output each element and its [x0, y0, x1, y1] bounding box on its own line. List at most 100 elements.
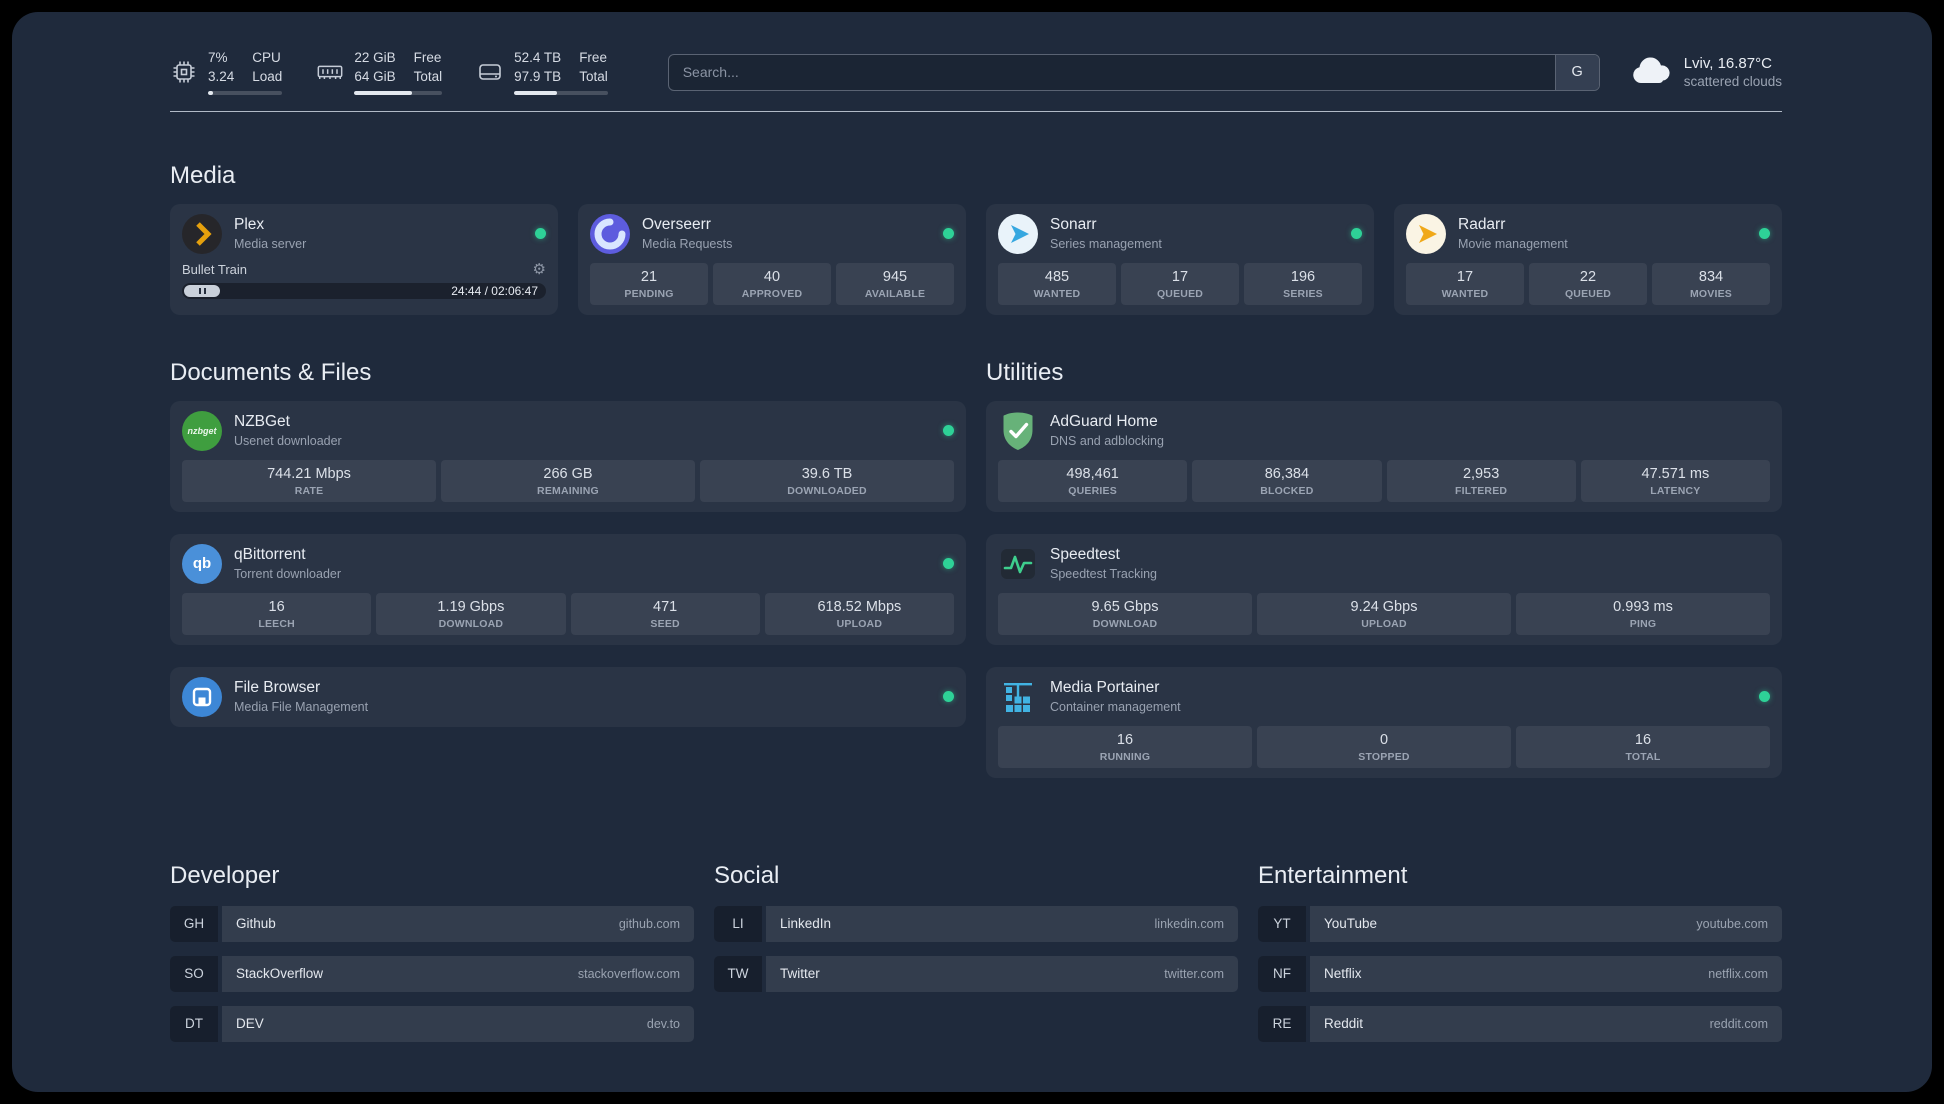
stat-value: 40 — [763, 268, 781, 285]
stat-value: 0 — [1379, 731, 1389, 748]
stat-tile: 17 WANTED — [1406, 262, 1524, 305]
stat-tile: 834 MOVIES — [1652, 262, 1770, 305]
bookmarks-developer: Developer GH Github github.com SO StackO… — [170, 862, 694, 1056]
service-card-qbittorrent[interactable]: qb qBittorrent Torrent downloader 16 LEE… — [170, 533, 966, 645]
adguard-icon — [998, 411, 1038, 451]
bookmark-dev[interactable]: DT DEV dev.to — [170, 1005, 694, 1042]
bookmarks-social: Social LI LinkedIn linkedin.com TW Twitt… — [714, 862, 1238, 1056]
nzbget-icon: nzbget — [182, 410, 222, 451]
stat-label: FILTERED — [1455, 484, 1508, 497]
service-card-overseerr[interactable]: Overseerr Media Requests 21 PENDING 40 A… — [578, 203, 966, 315]
service-card-speedtest[interactable]: Speedtest Speedtest Tracking 9.65 Gbps D… — [986, 533, 1782, 645]
memory-progress-bar — [354, 90, 443, 95]
stat-tile: 0 STOPPED — [1257, 725, 1511, 768]
bookmark-linkedin[interactable]: LI LinkedIn linkedin.com — [714, 905, 1238, 942]
portainer-icon — [998, 677, 1038, 717]
stat-label: SERIES — [1283, 287, 1323, 300]
gear-icon[interactable]: ⚙ — [533, 262, 546, 277]
status-dot — [535, 228, 546, 240]
service-name: qBittorrent — [234, 546, 306, 564]
disk-free: 52.4 TB — [514, 50, 562, 65]
service-card-portainer[interactable]: Media Portainer Container management 16 … — [986, 666, 1782, 778]
bookmark-github[interactable]: GH Github github.com — [170, 905, 694, 942]
qbittorrent-icon: qb — [182, 543, 222, 584]
status-dot — [1351, 228, 1362, 240]
bookmark-domain: github.com — [618, 916, 680, 931]
cpu-widget: 7% 3.24 CPU Load — [170, 50, 283, 95]
stat-label: STOPPED — [1358, 750, 1410, 763]
service-card-sonarr[interactable]: Sonarr Series management 485 WANTED 17 Q… — [986, 203, 1374, 315]
stat-value: 16 — [1634, 731, 1652, 748]
top-bar: 7% 3.24 CPU Load 22 GiB 64 GiB Free Tota… — [170, 50, 1782, 95]
stat-tile: 2,953 FILTERED — [1386, 459, 1576, 502]
bookmark-abbr: LI — [714, 905, 762, 942]
cpu-usage: 7% — [208, 50, 228, 65]
cpu-icon — [170, 58, 198, 86]
bookmark-youtube[interactable]: YT YouTube youtube.com — [1258, 905, 1782, 942]
bookmark-abbr: DT — [170, 1005, 218, 1042]
stat-value: 498,461 — [1066, 465, 1119, 482]
stat-label: DOWNLOADED — [787, 484, 867, 497]
stat-label: AVAILABLE — [864, 287, 926, 300]
stat-label: TOTAL — [1625, 750, 1661, 763]
stat-value: 945 — [882, 268, 908, 285]
stat-value: 17 — [1456, 268, 1474, 285]
service-description: Speedtest Tracking — [1050, 567, 1158, 582]
stat-label: RATE — [294, 484, 324, 497]
stat-tile: 47.571 ms LATENCY — [1580, 459, 1770, 502]
stat-label: DOWNLOAD — [438, 617, 504, 630]
pause-button[interactable] — [184, 284, 220, 297]
stat-value: 485 — [1044, 268, 1070, 285]
bookmark-domain: dev.to — [646, 1016, 680, 1031]
service-card-plex[interactable]: Plex Media server Bullet Train ⚙ 24:44 /… — [170, 203, 558, 315]
stat-value: 266 GB — [543, 465, 593, 482]
service-name: Media Portainer — [1050, 679, 1160, 697]
search-input[interactable] — [667, 53, 1600, 91]
bookmark-name: Twitter — [780, 966, 820, 982]
service-card-filebrowser[interactable]: File Browser Media File Management — [170, 666, 966, 727]
bookmark-netflix[interactable]: NF Netflix netflix.com — [1258, 955, 1782, 992]
stat-tile: 618.52 Mbps UPLOAD — [764, 592, 954, 635]
stat-label: APPROVED — [741, 287, 803, 300]
stat-value: 21 — [640, 268, 658, 285]
service-card-adguard[interactable]: AdGuard Home DNS and adblocking 498,461 … — [986, 400, 1782, 512]
stat-value: 16 — [1116, 731, 1134, 748]
stat-value: 1.19 Gbps — [437, 598, 505, 615]
stat-tile: 744.21 Mbps RATE — [182, 459, 436, 502]
stat-label: LEECH — [258, 617, 295, 630]
status-dot — [943, 425, 954, 437]
stat-label: LATENCY — [1650, 484, 1701, 497]
bookmark-name: YouTube — [1324, 916, 1378, 932]
search-provider-button[interactable]: G — [1554, 54, 1599, 90]
stat-label: RUNNING — [1099, 750, 1151, 763]
stat-value: 39.6 TB — [801, 465, 853, 482]
disk-total: 97.9 TB — [514, 68, 562, 84]
stat-tile: 9.65 Gbps DOWNLOAD — [998, 592, 1252, 635]
service-name: AdGuard Home — [1050, 413, 1158, 431]
section-title-social: Social — [714, 861, 780, 889]
stat-tile: 16 RUNNING — [998, 725, 1252, 768]
stat-label: WANTED — [1033, 287, 1081, 300]
bookmark-reddit[interactable]: RE Reddit reddit.com — [1258, 1005, 1782, 1042]
service-name: File Browser — [234, 679, 321, 697]
filebrowser-icon — [182, 676, 222, 717]
service-description: Series management — [1050, 237, 1162, 252]
memory-total-label: Total — [413, 68, 443, 84]
overseerr-icon — [590, 213, 630, 254]
bookmarks-entertainment: Entertainment YT YouTube youtube.com NF … — [1258, 862, 1782, 1056]
service-name: Sonarr — [1050, 216, 1097, 234]
stat-value: 196 — [1290, 268, 1316, 285]
bookmark-name: LinkedIn — [780, 916, 832, 932]
disk-progress-bar — [514, 90, 608, 95]
status-dot — [943, 558, 954, 570]
bookmark-twitter[interactable]: TW Twitter twitter.com — [714, 955, 1238, 992]
status-dot — [943, 691, 954, 703]
service-card-nzbget[interactable]: nzbget NZBGet Usenet downloader 744.21 M… — [170, 400, 966, 512]
now-playing-title: Bullet Train — [182, 261, 248, 277]
stat-tile: 21 PENDING — [590, 262, 708, 305]
bookmark-stackoverflow[interactable]: SO StackOverflow stackoverflow.com — [170, 955, 694, 992]
memory-widget: 22 GiB 64 GiB Free Total — [316, 50, 443, 95]
stat-value: 22 — [1579, 268, 1597, 285]
service-card-radarr[interactable]: Radarr Movie management 17 WANTED 22 QUE… — [1394, 203, 1782, 315]
cpu-loadavg: 3.24 — [208, 68, 235, 84]
